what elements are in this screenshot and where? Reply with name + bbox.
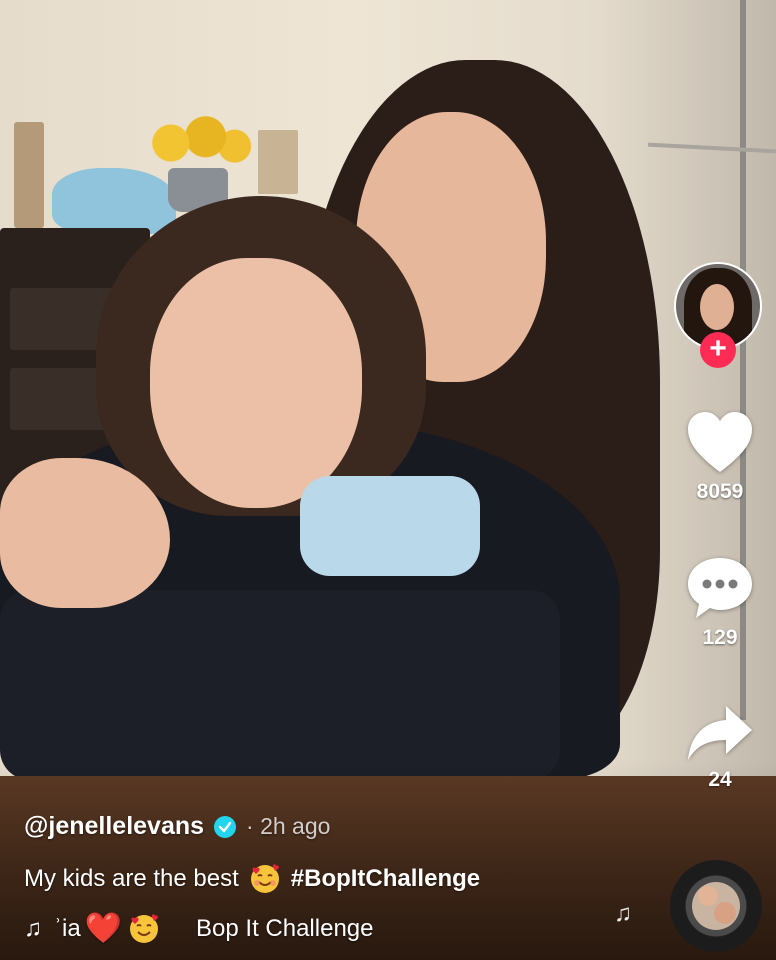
like-count: 8059 (696, 480, 744, 503)
comment-count: 129 (702, 626, 738, 649)
comment-icon (688, 558, 752, 618)
music-note-icon: ♫ (24, 914, 42, 942)
decor-frame (258, 130, 298, 194)
child-face (150, 258, 362, 508)
blanket (52, 168, 176, 234)
music-info[interactable]: ♫ ʾia ❤️ Bop It Challenge (24, 911, 424, 946)
description-text: My kids are the best (24, 865, 239, 892)
sound-title[interactable]: Bop It Challenge (196, 915, 373, 943)
creator-avatar-group[interactable]: + (674, 262, 762, 368)
child-shirt (300, 476, 480, 576)
share-arrow-icon (688, 706, 752, 760)
sound-cover-image (692, 882, 740, 930)
author-row: @jenellelevans · 2h ago (24, 812, 480, 841)
share-button[interactable]: 24 (680, 704, 760, 792)
video-description: My kids are the best #BopItChallenge (24, 863, 480, 895)
verified-badge-icon (214, 815, 237, 838)
smiling-face-with-hearts-icon (130, 913, 159, 943)
heart-icon (688, 412, 752, 472)
creator-username[interactable]: @jenellelevans (24, 812, 204, 841)
post-timestamp: · 2h ago (246, 813, 331, 839)
red-heart-icon: ❤️ (84, 912, 123, 945)
comment-button[interactable]: 129 (680, 556, 760, 650)
like-button[interactable]: 8059 (680, 410, 760, 504)
floating-music-note-icon: ♫ (614, 900, 632, 927)
tiktok-video-screen: + 8059 129 24 @jenellelevans · 2h ago My… (0, 0, 776, 960)
music-credit-partial: ʾia (54, 914, 81, 942)
decor-frame (14, 122, 44, 228)
share-count: 24 (708, 768, 732, 791)
hashtag-link[interactable]: #BopItChallenge (291, 865, 480, 893)
sunflowers (136, 112, 252, 174)
smiling-face-with-hearts-icon (250, 864, 279, 893)
adult-arm (0, 590, 560, 780)
video-caption: @jenellelevans · 2h ago My kids are the … (24, 812, 480, 946)
sound-disc-button[interactable] (670, 860, 762, 952)
follow-button[interactable]: + (700, 332, 736, 368)
